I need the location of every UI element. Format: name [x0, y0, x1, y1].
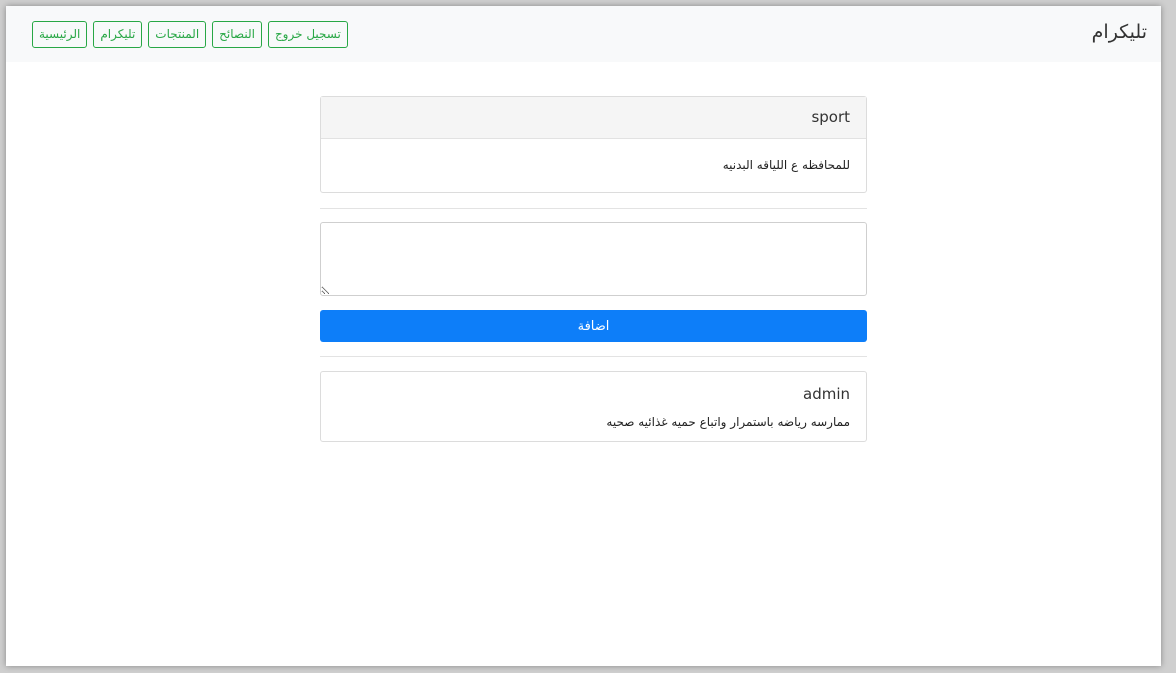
post-card: sport للمحافظه ع اللياقه البدنيه — [320, 96, 867, 193]
add-comment-button[interactable]: اضافة — [320, 310, 867, 342]
comment-author: admin — [803, 385, 850, 403]
logout-button[interactable]: تسجيل خروج — [267, 21, 348, 48]
comment-card: admin ممارسه رياضه باستمرار واتباع حميه … — [320, 371, 867, 442]
nav-buttons: الرئيسية تليكرام المنتجات النصائح تسجيل … — [32, 21, 348, 48]
nav-telegram-button[interactable]: تليكرام — [93, 21, 143, 48]
nav-home-button[interactable]: الرئيسية — [32, 21, 88, 48]
divider — [320, 356, 867, 357]
comment-textarea[interactable] — [320, 222, 867, 296]
nav-products-button[interactable]: المنتجات — [148, 21, 207, 48]
post-title: sport — [321, 97, 866, 139]
comment-text: ممارسه رياضه باستمرار واتباع حميه غذائيه… — [606, 415, 850, 429]
post-body: للمحافظه ع اللياقه البدنيه — [722, 158, 850, 172]
divider — [320, 208, 867, 209]
navbar-brand[interactable]: تليكرام — [1092, 21, 1147, 43]
browser-window: تليكرام الرئيسية تليكرام المنتجات النصائ… — [6, 6, 1161, 666]
navbar: تليكرام الرئيسية تليكرام المنتجات النصائ… — [6, 6, 1161, 62]
main-content: sport للمحافظه ع اللياقه البدنيه اضافة a… — [320, 96, 867, 442]
nav-tips-button[interactable]: النصائح — [212, 21, 262, 48]
